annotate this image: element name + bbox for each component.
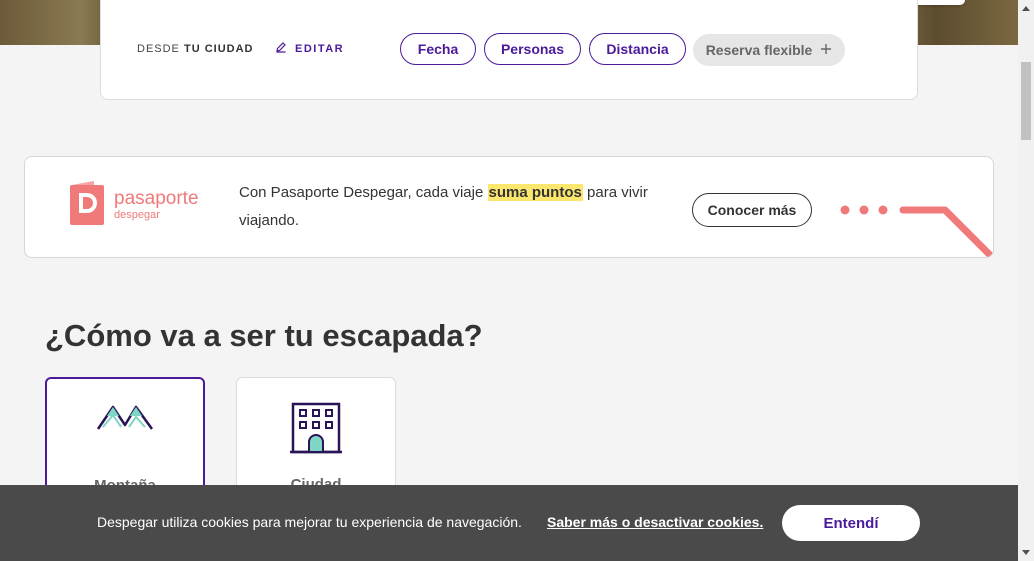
people-filter-button[interactable]: Personas xyxy=(484,33,581,65)
flexible-label: Reserva flexible xyxy=(705,42,813,58)
cookie-banner: Despegar utiliza cookies para mejorar tu… xyxy=(0,485,1018,561)
vertical-scrollbar[interactable] xyxy=(1018,0,1034,561)
highlighted-text: suma puntos xyxy=(487,184,583,201)
plus-icon xyxy=(820,42,832,58)
search-filter-bar: DESDE TU CIUDAD EDITAR Fecha Personas Di… xyxy=(100,0,918,100)
scroll-up-icon[interactable] xyxy=(1022,6,1030,11)
pasaporte-logo-subtitle: despegar xyxy=(114,209,160,221)
pasaporte-banner: pasaporte despegar Con Pasaporte Despega… xyxy=(24,156,994,258)
pasaporte-logo-icon xyxy=(70,181,106,230)
edit-origin-button[interactable]: EDITAR xyxy=(275,41,344,56)
scroll-thumb[interactable] xyxy=(1021,62,1031,140)
origin-prefix: DESDE xyxy=(137,43,180,55)
mountain-icon xyxy=(94,399,156,442)
pasaporte-promo-text: Con Pasaporte Despegar, cada viaje suma … xyxy=(239,184,648,229)
distance-filter-button[interactable]: Distancia xyxy=(589,33,686,65)
learn-more-button[interactable]: Conocer más xyxy=(692,193,812,227)
date-filter-button[interactable]: Fecha xyxy=(400,33,476,65)
pencil-icon xyxy=(275,41,287,56)
origin-city: TU CIUDAD xyxy=(183,43,254,55)
accept-cookies-button[interactable]: Entendí xyxy=(782,505,920,541)
building-icon xyxy=(288,398,344,461)
scroll-down-icon[interactable] xyxy=(1022,550,1030,555)
section-title: ¿Cómo va a ser tu escapada? xyxy=(45,318,483,353)
flexible-booking-button[interactable]: Reserva flexible xyxy=(693,34,845,66)
edit-label: EDITAR xyxy=(295,42,345,55)
decorative-dots-line xyxy=(835,197,993,257)
origin-label: DESDE TU CIUDAD xyxy=(137,43,253,55)
cookie-settings-link[interactable]: Saber más o desactivar cookies. xyxy=(547,514,763,530)
cookie-message: Despegar utiliza cookies para mejorar tu… xyxy=(97,514,522,530)
pasaporte-logo-title: pasaporte xyxy=(114,188,199,209)
